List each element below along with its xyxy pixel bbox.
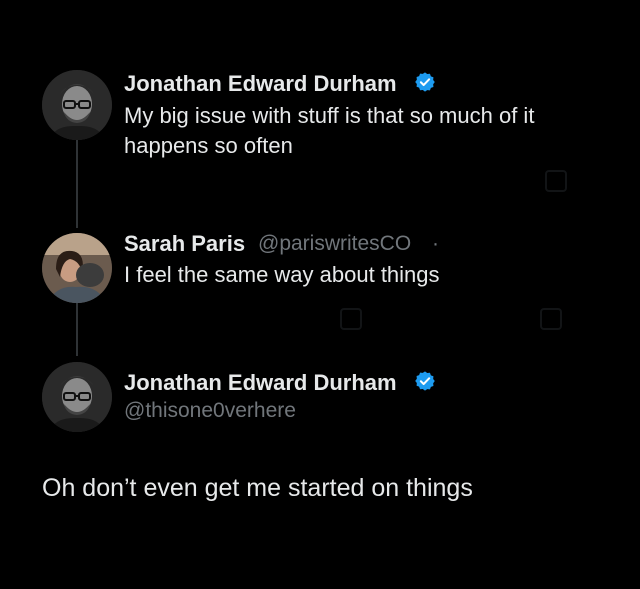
display-name[interactable]: Sarah Paris: [124, 231, 245, 257]
tweet-text: Oh don’t even get me started on things: [42, 474, 473, 502]
avatar[interactable]: [42, 70, 112, 140]
verified-badge-icon: [415, 371, 435, 391]
handle[interactable]: @thisone0verhere: [124, 399, 296, 423]
tweet-text: My big issue with stuff is that so much …: [124, 103, 535, 158]
display-name[interactable]: Jonathan Edward Durham: [124, 370, 397, 396]
avatar[interactable]: [42, 233, 112, 303]
portrait-sarah-icon: [42, 233, 112, 303]
ghost-share-icon: [545, 170, 567, 192]
ghost-bookmark-icon: [540, 308, 562, 330]
verified-badge-icon: [415, 72, 435, 92]
thread-line: [76, 302, 78, 356]
portrait-jonathan-icon: [42, 70, 112, 140]
display-name[interactable]: Jonathan Edward Durham: [124, 71, 397, 97]
handle[interactable]: @pariswritesCO: [258, 232, 411, 256]
portrait-jonathan-icon: [42, 362, 112, 432]
ghost-reply-icon: [340, 308, 362, 330]
avatar[interactable]: [42, 362, 112, 432]
separator: ·: [432, 232, 439, 255]
thread-line: [76, 140, 78, 228]
tweet-text: I feel the same way about things: [124, 262, 440, 287]
